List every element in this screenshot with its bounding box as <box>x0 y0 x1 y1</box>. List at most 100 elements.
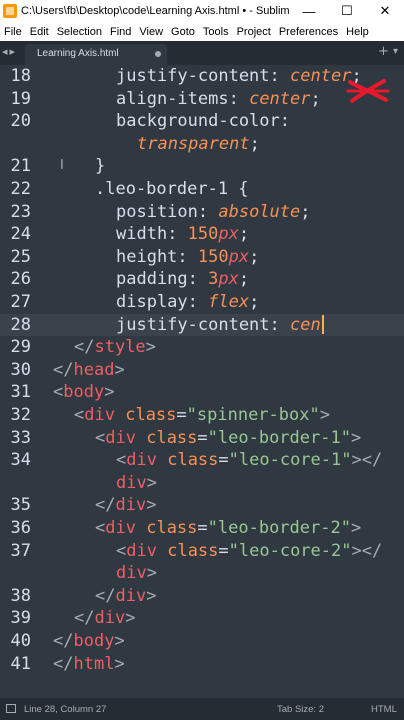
panel-toggle-icon[interactable] <box>6 704 16 713</box>
code-line[interactable]: 29 </style> <box>0 336 404 359</box>
code-text: </body> <box>53 630 125 653</box>
close-button[interactable]: ✕ <box>366 0 404 22</box>
code-line[interactable]: 20 background-color: <box>0 110 404 133</box>
code-token: body <box>73 631 115 651</box>
code-line[interactable]: 25 height: 150px; <box>0 246 404 269</box>
line-number: 33 <box>10 427 31 448</box>
text-caret <box>321 315 324 335</box>
menu-selection[interactable]: Selection <box>53 26 106 38</box>
code-line[interactable]: 40 </body> <box>0 630 404 653</box>
code-token: position <box>116 201 198 222</box>
code-token: : <box>167 224 188 245</box>
line-number: 28 <box>10 314 31 335</box>
menu-view[interactable]: View <box>135 26 167 38</box>
cursor-position[interactable]: Line 28, Column 27 <box>24 704 106 715</box>
code-text: </style> <box>74 336 156 359</box>
code-token: : <box>269 66 291 86</box>
tab-learning-axis[interactable]: Learning Axis.html <box>25 44 167 65</box>
code-token: display <box>116 292 188 312</box>
code-token: div <box>105 518 136 538</box>
code-line[interactable]: 34 <div class="leo-core-1"></ <box>0 449 404 472</box>
tab-nav-arrows-icon[interactable]: ◂▸ <box>2 45 17 58</box>
code-token: ; <box>238 269 250 290</box>
maximize-button[interactable]: ☐ <box>328 0 366 22</box>
code-token: width <box>116 224 168 245</box>
code-line[interactable]: 18 justify-content: center; <box>0 65 404 88</box>
code-line[interactable]: transparent; <box>0 133 404 156</box>
code-token: class <box>167 450 219 471</box>
code-line[interactable]: 24 width: 150px; <box>0 223 404 246</box>
code-text: </div> <box>95 494 156 517</box>
menu-help[interactable]: Help <box>342 26 373 38</box>
tab-dropdown-icon[interactable]: ▾ <box>393 46 398 57</box>
code-line[interactable]: 30 </head> <box>0 359 404 382</box>
code-text: background-color: <box>116 110 290 133</box>
menu-project[interactable]: Project <box>233 26 275 38</box>
code-token: </ <box>74 337 95 358</box>
mouse-ibeam-icon: I <box>60 158 64 173</box>
code-line[interactable]: 36 <div class="leo-border-2"> <box>0 517 404 540</box>
code-text: justify-content: cen <box>116 314 324 337</box>
line-number: 19 <box>10 88 31 109</box>
menu-tools[interactable]: Tools <box>199 26 233 38</box>
code-token: body <box>63 382 105 403</box>
unsaved-dot-icon[interactable] <box>155 51 161 57</box>
code-text: } <box>95 155 105 178</box>
code-token: ></ <box>351 450 383 471</box>
code-token: > <box>146 585 157 606</box>
menu-preferences[interactable]: Preferences <box>275 26 342 38</box>
code-line[interactable]: 31 <body> <box>0 381 404 404</box>
code-line[interactable]: 41 </html> <box>0 653 404 676</box>
code-line[interactable]: 38 </div> <box>0 585 404 608</box>
code-line[interactable]: 19 align-items: center; <box>0 88 404 111</box>
line-number: 29 <box>10 337 31 358</box>
code-token: > <box>146 563 157 584</box>
code-token: : <box>177 246 198 267</box>
code-token: div <box>116 472 147 493</box>
code-token: ; <box>249 133 260 154</box>
code-line[interactable]: 32 <div class="spinner-box"> <box>0 404 404 427</box>
menu-edit[interactable]: Edit <box>26 26 53 38</box>
code-token: > <box>114 359 125 380</box>
code-token: </ <box>95 585 116 606</box>
menu-file[interactable]: File <box>0 26 26 38</box>
code-line[interactable]: 23 position: absolute; <box>0 201 404 224</box>
code-token: div <box>115 495 147 516</box>
code-token: </ <box>53 631 74 651</box>
code-text: <div class="leo-core-1"></ <box>116 449 382 472</box>
code-line[interactable]: 39 </div> <box>0 607 404 630</box>
line-number: 40 <box>10 631 31 651</box>
minimize-button[interactable]: — <box>290 0 328 22</box>
syntax-mode[interactable]: HTML <box>371 704 397 715</box>
code-token: < <box>95 427 106 448</box>
code-token: div <box>94 608 126 629</box>
new-tab-button[interactable]: + <box>378 44 389 59</box>
code-token: : <box>279 111 291 132</box>
code-token: div <box>115 585 147 606</box>
menu-goto[interactable]: Goto <box>167 26 199 38</box>
line-number: 41 <box>10 653 31 674</box>
code-line[interactable]: 26 padding: 3px; <box>0 268 404 291</box>
code-line[interactable]: 27 display: flex; <box>0 291 404 314</box>
code-token: > <box>319 405 330 425</box>
code-token: = <box>218 450 229 471</box>
code-line[interactable]: div> <box>0 562 404 585</box>
code-line[interactable]: 28 justify-content: cen <box>0 313 404 337</box>
menu-find[interactable]: Find <box>106 26 135 38</box>
tab-size[interactable]: Tab Size: 2 <box>277 704 324 715</box>
code-text: div> <box>116 472 157 495</box>
code-token: : <box>197 201 219 222</box>
code-line[interactable]: 22 .leo-border-1 { <box>0 178 404 201</box>
code-token: ; <box>238 224 250 245</box>
line-number: 38 <box>10 585 31 606</box>
line-number: 22 <box>10 179 31 199</box>
code-line[interactable]: 37 <div class="leo-core-2"></ <box>0 540 404 563</box>
code-line[interactable]: 35 </div> <box>0 494 404 517</box>
code-line[interactable]: 33 <div class="leo-border-1"> <box>0 427 404 450</box>
line-number: 31 <box>10 382 31 403</box>
code-token: < <box>53 382 64 403</box>
code-token: < <box>95 518 106 538</box>
code-line[interactable]: div> <box>0 472 404 495</box>
